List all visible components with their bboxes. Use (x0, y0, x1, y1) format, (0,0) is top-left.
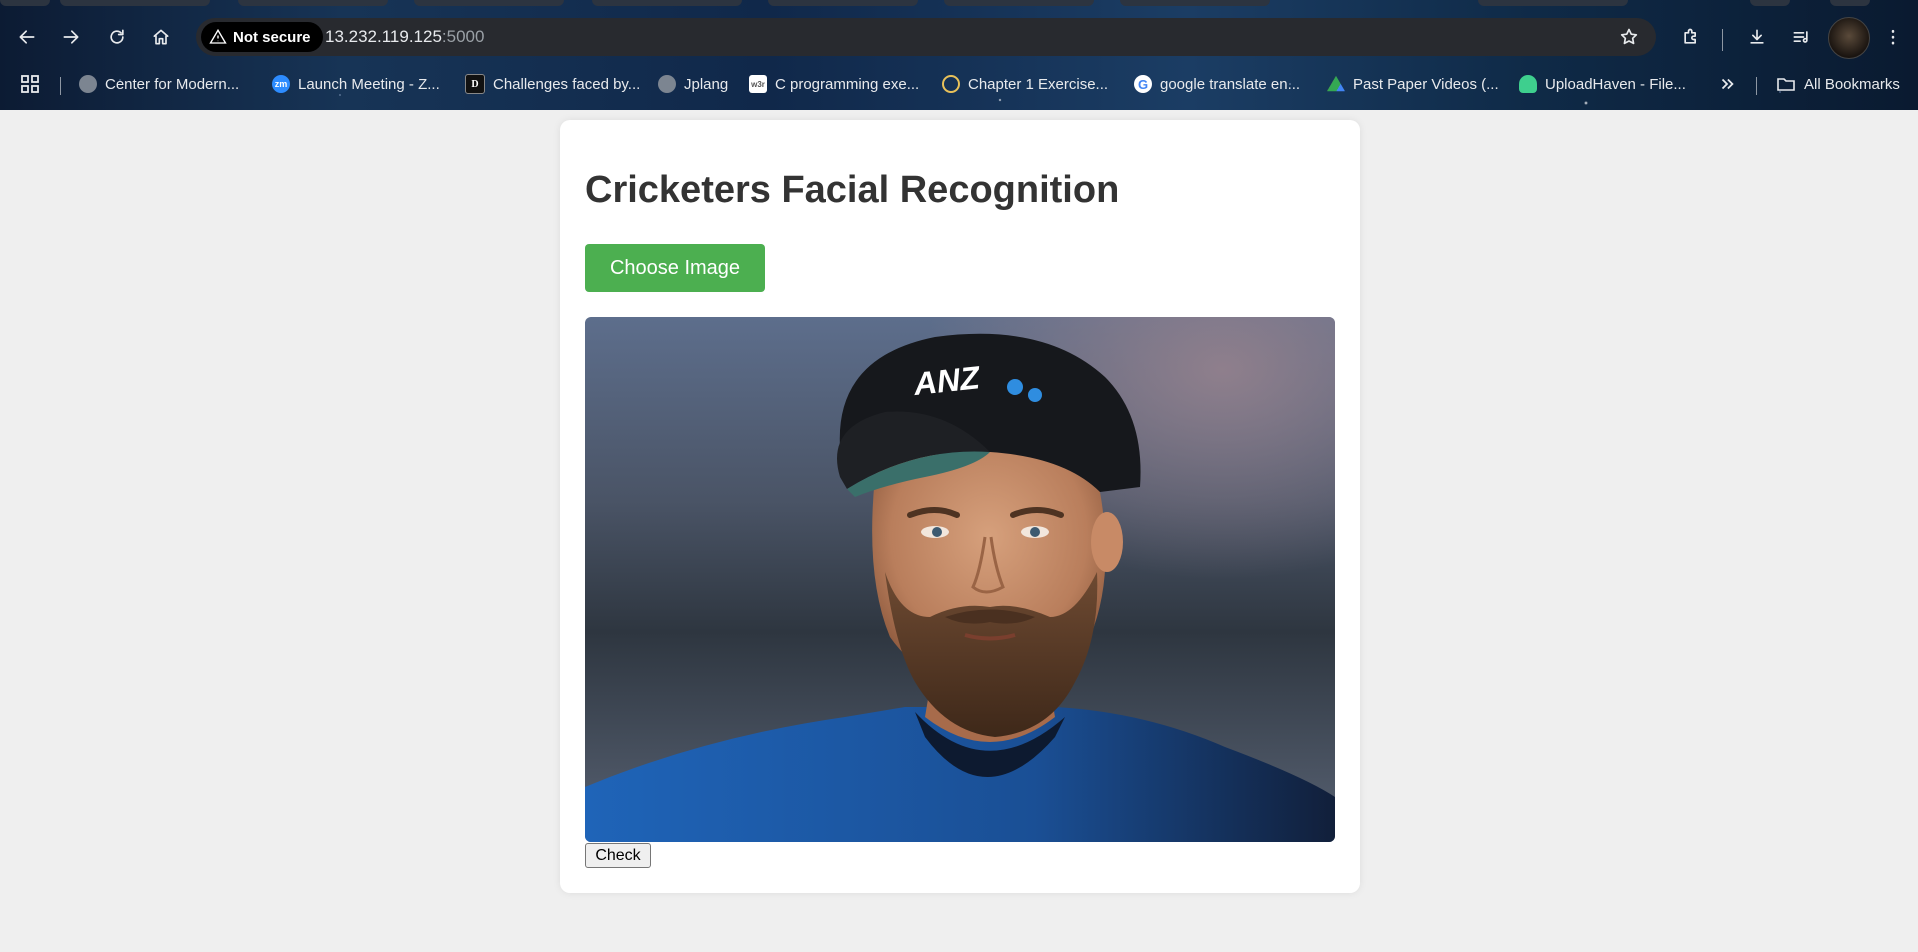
player-ear (1091, 512, 1123, 572)
tab[interactable] (1120, 0, 1270, 6)
toolbar: Not secure 13.232.119.125:5000 (0, 14, 1918, 62)
tab[interactable] (1830, 0, 1870, 6)
tab-strip (0, 0, 1918, 8)
extensions-icon (1684, 28, 1696, 44)
star-icon (1620, 28, 1638, 45)
bookmarks-divider (1756, 77, 1757, 95)
tab[interactable] (1478, 0, 1628, 6)
tab[interactable] (592, 0, 742, 6)
back-button[interactable] (12, 22, 42, 52)
downloads-button[interactable] (1742, 22, 1772, 52)
bookmark-item[interactable]: w3r C programming exe... (749, 70, 919, 98)
kebab-menu-icon (1891, 29, 1895, 45)
security-indicator[interactable]: Not secure (201, 22, 323, 52)
bookmarks-bar: Center for Modern... zm Launch Meeting -… (0, 68, 1918, 100)
bookmark-item[interactable]: Past Paper Videos (... (1327, 70, 1499, 98)
google-icon: G (1134, 75, 1152, 93)
cap-logo: ANZ (911, 359, 983, 402)
tab[interactable] (238, 0, 388, 6)
bookmark-label: google translate en... (1160, 75, 1301, 93)
bookmark-label: C programming exe... (775, 75, 920, 93)
zoom-icon: zm (272, 75, 290, 93)
bookmark-star-button[interactable] (1614, 22, 1644, 52)
apps-grid-icon (21, 75, 39, 93)
bookmark-item[interactable]: Center for Modern... (79, 70, 239, 98)
home-icon (153, 29, 169, 45)
wheel-icon (942, 75, 960, 93)
globe-icon (658, 75, 676, 93)
url-text[interactable]: 13.232.119.125:5000 (325, 27, 484, 47)
bookmark-label: Center for Modern... (105, 75, 240, 93)
security-label: Not secure (233, 28, 311, 46)
forward-icon (63, 30, 79, 44)
cap-logo-dot (1028, 388, 1042, 402)
cap-logo-dot (1007, 379, 1023, 395)
warning-icon (209, 28, 227, 44)
tab[interactable] (60, 0, 210, 6)
chevron-double-right-icon (1721, 78, 1734, 90)
w3resource-icon: w3r (749, 75, 767, 93)
bookmark-item[interactable]: G google translate en... (1134, 70, 1300, 98)
folder-icon (1777, 78, 1795, 91)
all-bookmarks-label: All Bookmarks (1804, 75, 1900, 93)
apps-button[interactable] (20, 70, 40, 98)
forward-button[interactable] (56, 22, 86, 52)
google-drive-icon (1327, 75, 1345, 92)
url-host: 13.232.119.125 (325, 27, 442, 46)
tab[interactable] (0, 0, 50, 6)
extensions-button[interactable] (1676, 22, 1706, 52)
choose-image-button[interactable]: Choose Image (585, 244, 765, 292)
recognition-card: Cricketers Facial Recognition Choose Ima… (560, 120, 1360, 893)
reload-icon (110, 29, 124, 44)
home-button[interactable] (146, 22, 176, 52)
bookmark-label: Jplang (684, 75, 729, 93)
check-button[interactable]: Check (585, 843, 651, 868)
tab[interactable] (414, 0, 564, 6)
bookmark-label: Launch Meeting - Z... (298, 75, 440, 93)
reading-list-icon (1793, 31, 1808, 43)
browser-menu-button[interactable] (1878, 22, 1908, 52)
tab[interactable] (1750, 0, 1790, 6)
bookmarks-divider (60, 77, 61, 95)
cloud-upload-icon (1519, 75, 1537, 93)
uploaded-image-preview: ANZ (585, 317, 1335, 842)
player-iris-right (1030, 527, 1040, 537)
profile-avatar[interactable] (1828, 17, 1870, 59)
download-icon (1750, 29, 1764, 44)
bookmark-label: UploadHaven - File... (1545, 75, 1686, 93)
reload-button[interactable] (102, 22, 132, 52)
more-bookmarks-button[interactable] (1718, 70, 1736, 98)
toolbar-divider (1722, 29, 1723, 51)
bookmark-item[interactable]: Jplang (658, 70, 728, 98)
bookmark-item[interactable]: UploadHaven - File... (1519, 70, 1686, 98)
bookmark-item[interactable]: Chapter 1 Exercise... (942, 70, 1108, 98)
bookmark-label: Chapter 1 Exercise... (968, 75, 1109, 93)
bookmark-label: Past Paper Videos (... (1353, 75, 1499, 93)
bookmark-item[interactable]: D Challenges faced by... (465, 70, 640, 98)
bookmark-label: Challenges faced by... (493, 75, 641, 93)
browser-chrome: Not secure 13.232.119.125:5000 Center fo… (0, 0, 1918, 110)
tab[interactable] (944, 0, 1094, 6)
bookmark-item[interactable]: zm Launch Meeting - Z... (272, 70, 440, 98)
globe-icon (79, 75, 97, 93)
address-bar[interactable]: Not secure 13.232.119.125:5000 (196, 18, 1656, 56)
tab[interactable] (768, 0, 918, 6)
player-iris-left (932, 527, 942, 537)
reading-list-button[interactable] (1786, 22, 1816, 52)
url-port: :5000 (441, 27, 485, 46)
all-bookmarks-button[interactable]: All Bookmarks (1776, 70, 1900, 98)
back-icon (19, 30, 35, 44)
page-title: Cricketers Facial Recognition (585, 169, 1120, 211)
document-d-icon: D (465, 74, 485, 94)
